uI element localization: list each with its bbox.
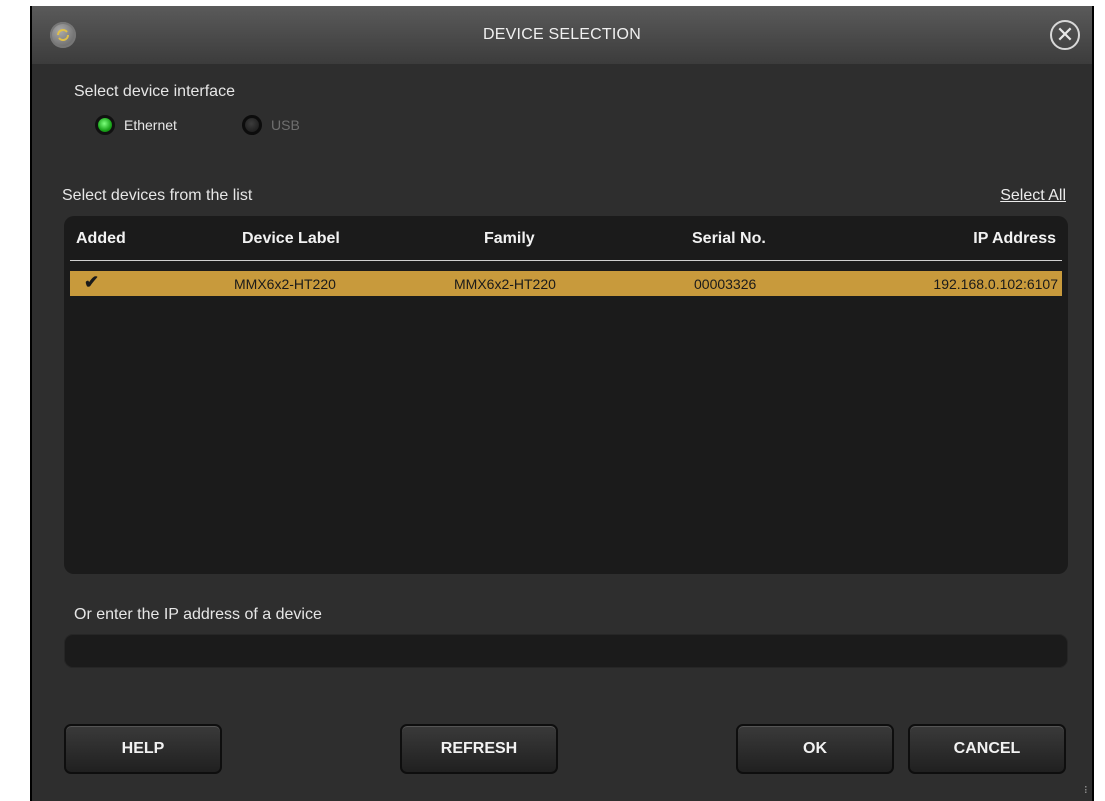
column-header-device-label[interactable]: Device Label xyxy=(242,230,340,248)
column-header-family[interactable]: Family xyxy=(484,230,535,248)
device-list-label: Select devices from the list xyxy=(62,187,253,204)
radio-usb: USB xyxy=(242,115,300,135)
close-icon[interactable]: ✕ xyxy=(1050,20,1080,50)
device-table[interactable]: Added Device Label Family Serial No. IP … xyxy=(64,216,1068,574)
title-bar[interactable]: DEVICE SELECTION ✕ xyxy=(32,6,1092,64)
interface-label: Select device interface xyxy=(74,83,235,100)
column-header-serial[interactable]: Serial No. xyxy=(692,230,766,248)
radio-on-icon xyxy=(95,115,115,135)
manual-ip-label: Or enter the IP address of a device xyxy=(74,606,322,623)
added-check-icon: ✔ xyxy=(84,272,100,292)
select-all-link[interactable]: Select All xyxy=(1000,187,1066,205)
device-selection-dialog: DEVICE SELECTION ✕ Select device interfa… xyxy=(30,6,1094,801)
refresh-button[interactable]: REFRESH xyxy=(400,724,558,774)
cell-ip-address: 192.168.0.102:6107 xyxy=(933,276,1058,292)
cancel-button[interactable]: CANCEL xyxy=(908,724,1066,774)
ip-address-input[interactable] xyxy=(64,634,1068,668)
radio-ethernet[interactable]: Ethernet xyxy=(95,115,177,135)
cell-device-label: MMX6x2-HT220 xyxy=(234,276,336,292)
radio-usb-label: USB xyxy=(271,117,300,133)
ok-button[interactable]: OK xyxy=(736,724,894,774)
cell-serial: 00003326 xyxy=(694,276,757,292)
column-header-ip-address[interactable]: IP Address xyxy=(973,230,1056,248)
radio-ethernet-label: Ethernet xyxy=(124,117,177,133)
table-header: Added Device Label Family Serial No. IP … xyxy=(70,216,1062,261)
window-title: DEVICE SELECTION xyxy=(483,26,641,43)
help-button[interactable]: HELP xyxy=(64,724,222,774)
column-header-added[interactable]: Added xyxy=(76,230,126,248)
radio-off-icon xyxy=(242,115,262,135)
table-row[interactable]: ✔ MMX6x2-HT220 MMX6x2-HT220 00003326 192… xyxy=(70,271,1062,296)
cell-family: MMX6x2-HT220 xyxy=(454,276,556,292)
resize-grip-icon[interactable]: ⠸ xyxy=(1081,786,1088,797)
